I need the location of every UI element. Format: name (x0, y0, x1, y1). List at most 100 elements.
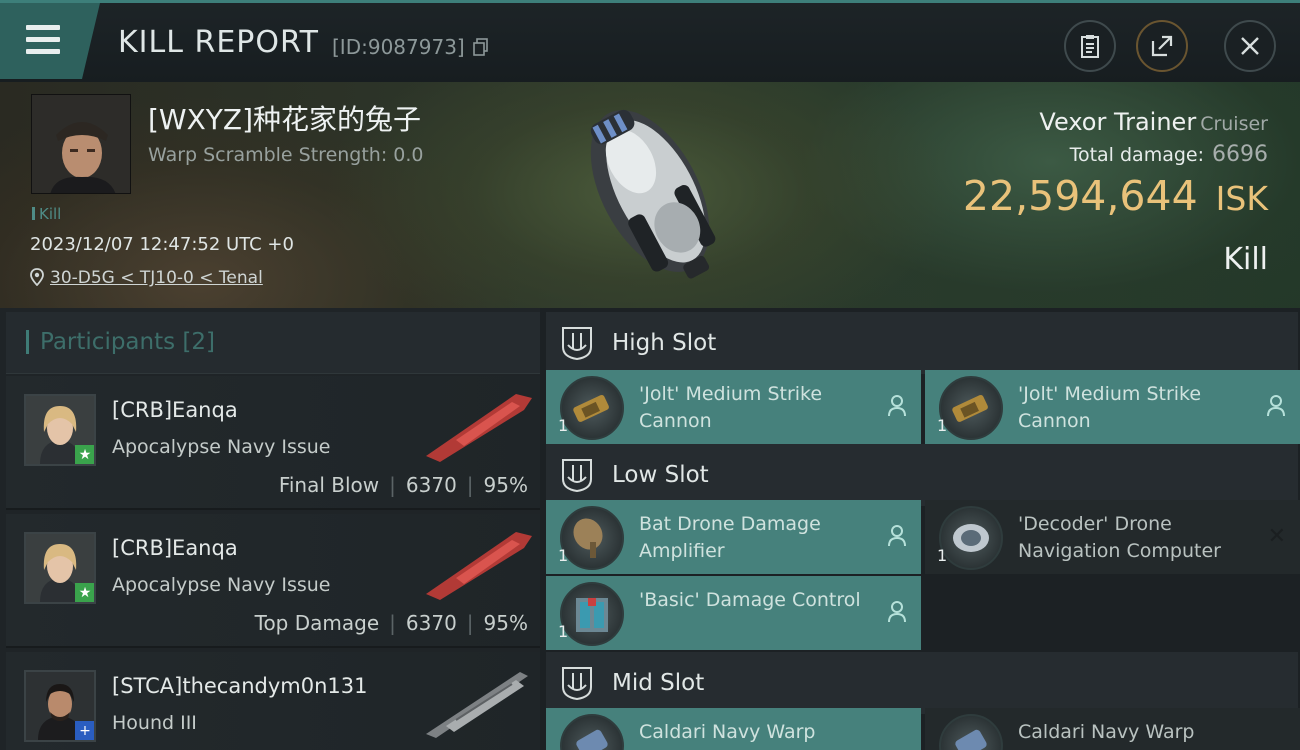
kill-datetime: 2023/12/07 12:47:52 UTC +0 (30, 234, 294, 255)
isk-amount: 22,594,644 (962, 172, 1198, 220)
cannon-icon (939, 376, 1003, 440)
kill-tag-text: Kill (39, 205, 62, 223)
participant-percent: 95% (483, 611, 528, 635)
total-damage: Total damage: 6696 (1070, 142, 1268, 167)
victim-pilot-name[interactable]: [WXYZ]种花家的兔子 (148, 98, 421, 138)
kill-tag: Kill (32, 205, 61, 223)
kill-location[interactable]: 30-D5G < TJ10-0 < Tenal (30, 268, 263, 288)
kill-id[interactable]: [ID:9087973] (332, 35, 489, 59)
participant-name: [CRB]Eanqa (112, 536, 238, 560)
participant-name: [STCA]thecandym0n131 (112, 674, 368, 698)
module-item[interactable]: 1 'Decoder' Drone Navigation Computer ✕ (925, 500, 1300, 574)
participant-damage: 6370 (405, 473, 457, 497)
participant-row[interactable]: + [STCA]thecandym0n131 Hound III (6, 652, 540, 750)
kill-id-text: [ID:9087973] (332, 35, 465, 59)
plus-icon: + (75, 721, 94, 740)
isk-unit: ISK (1215, 179, 1268, 218)
ship-class: Cruiser (1200, 113, 1268, 135)
result-label: Kill (1223, 242, 1268, 277)
menu-icon (26, 25, 60, 55)
victim-ship-image (590, 109, 716, 279)
participant-stats: Final Blow | 6370 | 95% (278, 473, 528, 497)
total-damage-value: 6696 (1212, 142, 1268, 167)
close-button[interactable] (1224, 20, 1276, 72)
participant-damage: 6370 (405, 611, 457, 635)
participants-title: Participants (40, 329, 176, 355)
hound-ship-image (426, 672, 528, 738)
mid-slot-label: Mid Slot (612, 670, 705, 696)
person-icon (888, 525, 906, 547)
avatar: + (24, 670, 96, 742)
mid-slot-header: Mid Slot (546, 652, 1298, 714)
participant-row[interactable]: ★ [CRB]Eanqa Apocalypse Navy Issue Top D… (6, 514, 540, 648)
navigation-computer-icon (939, 506, 1003, 570)
apocalypse-ship-image (426, 394, 532, 462)
high-slot-header: High Slot (546, 312, 1298, 374)
low-slot-label: Low Slot (612, 462, 709, 488)
module-quantity: 1 (558, 622, 569, 641)
module-name: Caldari Navy Warp (639, 721, 816, 743)
copy-icon[interactable] (473, 38, 489, 56)
page-title: KILL REPORT (118, 25, 319, 60)
module-quantity: 1 (937, 546, 948, 565)
participants-count: [2] (182, 329, 216, 355)
participant-row[interactable]: ★ [CRB]Eanqa Apocalypse Navy Issue Final… (6, 376, 540, 510)
participant-ship: Apocalypse Navy Issue (112, 436, 331, 458)
close-icon[interactable]: ✕ (1268, 524, 1286, 549)
damage-control-icon (560, 582, 624, 646)
high-slot-label: High Slot (612, 330, 717, 356)
mid-slot-icon (562, 667, 592, 701)
module-name: 'Jolt' Medium Strike Cannon (639, 383, 823, 432)
avatar: ★ (24, 532, 96, 604)
participant-stats: Top Damage | 6370 | 95% (254, 611, 528, 635)
star-icon: ★ (75, 583, 94, 602)
person-icon (888, 395, 906, 417)
ship-name-text: Vexor Trainer (1039, 108, 1197, 136)
module-item[interactable]: 1 'Jolt' Medium Strike Cannon (925, 370, 1300, 444)
location-link[interactable]: 30-D5G < TJ10-0 < Tenal (50, 268, 263, 288)
module-item[interactable]: 1 'Basic' Damage Control (546, 576, 921, 650)
participant-name: [CRB]Eanqa (112, 398, 238, 422)
module-quantity: 1 (937, 416, 948, 435)
person-icon (1267, 395, 1285, 417)
apocalypse-ship-image (426, 532, 532, 600)
high-slot-icon (562, 327, 592, 361)
warp-scrambler-icon (560, 714, 624, 750)
participants-panel: Participants [2] ★ [CRB]Eanqa Apocalypse… (0, 308, 540, 750)
low-slot-header: Low Slot (546, 444, 1298, 506)
avatar: ★ (24, 394, 96, 466)
module-quantity: 1 (558, 416, 569, 435)
module-name: 'Basic' Damage Control (639, 589, 861, 611)
warp-scrambler-icon (939, 714, 1003, 750)
total-damage-label: Total damage: (1069, 144, 1204, 166)
fitting-panel: High Slot 1 'Jolt' Medium Strike Cannon … (540, 308, 1300, 750)
module-name: Caldari Navy Warp (1018, 721, 1195, 743)
module-item[interactable]: 1 'Jolt' Medium Strike Cannon (546, 370, 921, 444)
star-icon: ★ (75, 445, 94, 464)
participant-role: Top Damage (254, 611, 380, 635)
participant-role: Final Blow (278, 473, 380, 497)
isk-value: 22,594,644 ISK (963, 172, 1268, 220)
clipboard-button[interactable] (1064, 20, 1116, 72)
top-bar: KILL REPORT [ID:9087973] (0, 0, 1300, 82)
person-icon (888, 601, 906, 623)
share-button[interactable] (1136, 20, 1188, 72)
victim-ship-name[interactable]: Vexor Trainer Cruiser (1039, 108, 1268, 136)
module-name: 'Jolt' Medium Strike Cannon (1018, 383, 1202, 432)
low-slot-icon (562, 459, 592, 493)
victim-avatar (32, 95, 130, 193)
module-name: 'Decoder' Drone Navigation Computer (1018, 513, 1221, 562)
module-item[interactable]: 1 Bat Drone Damage Amplifier (546, 500, 921, 574)
victim-portrait[interactable] (31, 94, 131, 194)
menu-button[interactable] (0, 3, 100, 79)
participant-percent: 95% (483, 473, 528, 497)
module-name: Bat Drone Damage Amplifier (639, 513, 821, 562)
participants-header: Participants [2] (6, 312, 540, 374)
close-icon (1241, 37, 1259, 55)
warp-scramble-strength: Warp Scramble Strength: 0.0 (148, 144, 424, 166)
cannon-icon (560, 376, 624, 440)
module-item[interactable]: 1 Caldari Navy Warp (925, 708, 1300, 750)
share-icon (1151, 35, 1173, 57)
victim-summary: [WXYZ]种花家的兔子 Warp Scramble Strength: 0.0… (0, 82, 1300, 308)
module-item[interactable]: 1 Caldari Navy Warp (546, 708, 921, 750)
